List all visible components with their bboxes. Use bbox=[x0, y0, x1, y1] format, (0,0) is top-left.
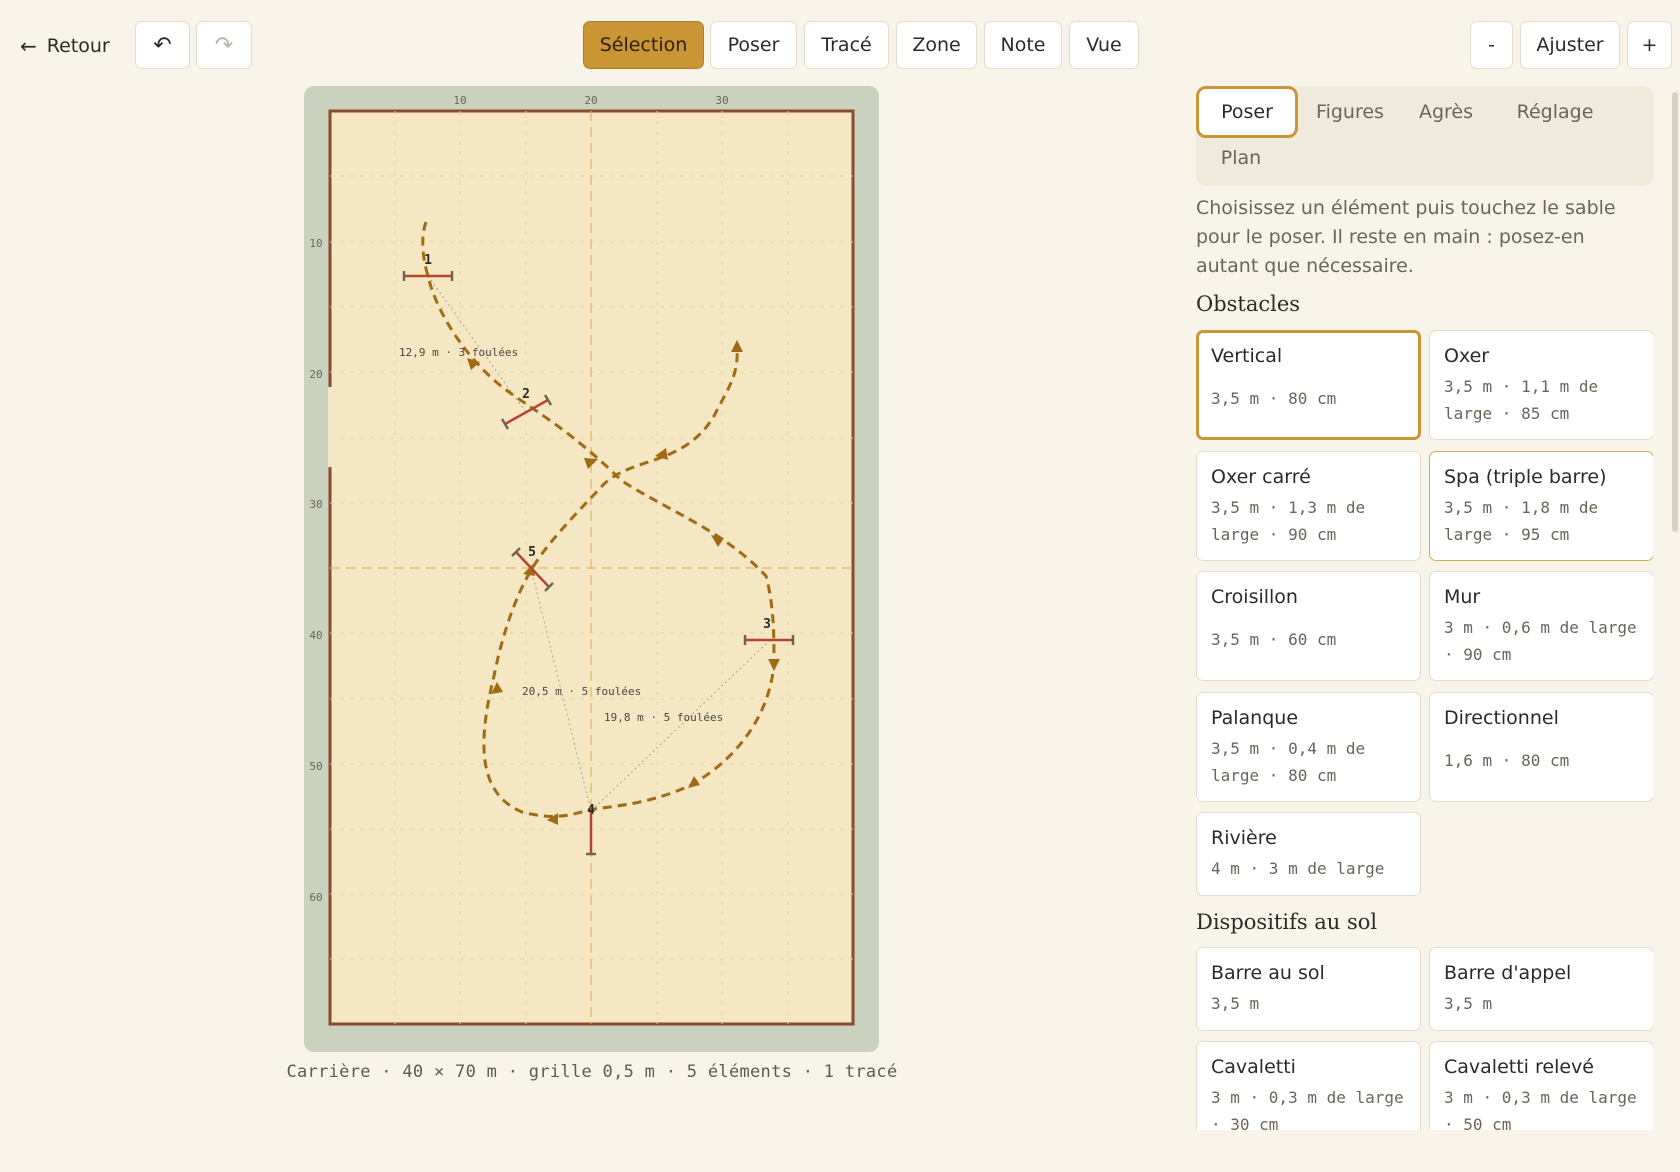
toolbar: ← Retour ↶ ↷ Sélection Poser Tracé Zone … bbox=[0, 0, 1680, 90]
ground-card-cavaletti[interactable]: Cavaletti 3 m · 0,3 m de large · 30 cm bbox=[1196, 1041, 1421, 1130]
obstacle-number: 1 bbox=[424, 253, 432, 268]
zoom-out-button[interactable]: - bbox=[1470, 21, 1513, 69]
arrow-left-icon: ← bbox=[20, 34, 37, 58]
card-dim: 3,5 m bbox=[1211, 994, 1260, 1013]
undo-button[interactable]: ↶ bbox=[135, 21, 190, 69]
card-dim: 3,5 m · 1,8 m de large · 95 cm bbox=[1444, 498, 1599, 544]
card-dim: 4 m · 3 m de large bbox=[1211, 859, 1385, 878]
card-dim: 3,5 m · 1,3 m de large · 90 cm bbox=[1211, 498, 1366, 544]
mode-selection-button[interactable]: Sélection bbox=[583, 21, 704, 69]
card-name: Mur bbox=[1444, 586, 1481, 608]
card-dim: 3 m · 0,3 m de large · 50 cm bbox=[1444, 1088, 1637, 1130]
obstacle-card-palanque[interactable]: Palanque 3,5 m · 0,4 m de large · 80 cm bbox=[1196, 692, 1421, 802]
zoom-fit-button[interactable]: Ajuster bbox=[1520, 21, 1620, 69]
card-dim: 1,6 m · 80 cm bbox=[1444, 751, 1570, 770]
arena-caption: Carrière · 40 × 70 m · grille 0,5 m · 5 … bbox=[286, 1062, 898, 1082]
card-dim: 3,5 m · 60 cm bbox=[1211, 630, 1337, 649]
arena-canvas[interactable]: 10 20 30 10 20 30 40 50 60 1 2 5 3 4 12,… bbox=[304, 86, 879, 1052]
help-text: Choisissez un élément puis touchez le sa… bbox=[1196, 197, 1616, 277]
back-button[interactable]: ← Retour bbox=[20, 26, 110, 66]
card-name: Oxer bbox=[1444, 345, 1490, 367]
card-name: Barre au sol bbox=[1211, 962, 1325, 984]
obstacle-card-directionnel[interactable]: Directionnel 1,6 m · 80 cm bbox=[1429, 692, 1653, 802]
obstacle-card-mur[interactable]: Mur 3 m · 0,6 m de large · 90 cm bbox=[1429, 571, 1653, 681]
obstacle-number: 4 bbox=[587, 803, 595, 818]
card-dim: 3,5 m · 0,4 m de large · 80 cm bbox=[1211, 739, 1366, 785]
card-dim: 3,5 m · 1,1 m de large · 85 cm bbox=[1444, 377, 1599, 423]
tab-reglage[interactable]: Réglage bbox=[1508, 86, 1602, 138]
mode-zone-button[interactable]: Zone bbox=[896, 21, 977, 69]
obstacle-card-riviere[interactable]: Rivière 4 m · 3 m de large bbox=[1196, 812, 1421, 896]
tab-figures[interactable]: Figures bbox=[1304, 86, 1396, 138]
mode-vue-button[interactable]: Vue bbox=[1069, 21, 1139, 69]
card-name: Cavaletti bbox=[1211, 1056, 1296, 1078]
obstacle-card-oxer[interactable]: Oxer 3,5 m · 1,1 m de large · 85 cm bbox=[1429, 330, 1653, 440]
mode-trace-button[interactable]: Tracé bbox=[804, 21, 889, 69]
ground-card-barre-appel[interactable]: Barre d'appel 3,5 m bbox=[1429, 947, 1653, 1031]
card-name: Directionnel bbox=[1444, 707, 1559, 729]
card-name: Vertical bbox=[1211, 345, 1283, 367]
distance-label: 20,5 m · 5 foulées bbox=[522, 685, 641, 698]
mode-note-button[interactable]: Note bbox=[984, 21, 1062, 69]
x-tick: 30 bbox=[715, 94, 728, 107]
obstacle-number: 5 bbox=[528, 545, 536, 560]
tool-panel: Poser Figures Agrès Réglage Plan Choisis… bbox=[1196, 86, 1653, 1130]
ground-card-barre-au-sol[interactable]: Barre au sol 3,5 m bbox=[1196, 947, 1421, 1031]
card-dim: 3 m · 0,6 m de large · 90 cm bbox=[1444, 618, 1637, 664]
back-label: Retour bbox=[46, 35, 110, 57]
redo-button[interactable]: ↷ bbox=[196, 21, 252, 69]
obstacles-title: Obstacles bbox=[1196, 292, 1301, 316]
card-name: Palanque bbox=[1211, 707, 1299, 729]
obstacle-number: 2 bbox=[522, 387, 530, 402]
y-tick: 40 bbox=[309, 629, 322, 642]
ground-card-cavaletti-releve[interactable]: Cavaletti relevé 3 m · 0,3 m de large · … bbox=[1429, 1041, 1653, 1130]
card-name: Oxer carré bbox=[1211, 466, 1311, 488]
y-tick: 30 bbox=[309, 498, 322, 511]
obstacle-card-vertical[interactable]: Vertical 3,5 m · 80 cm bbox=[1196, 330, 1421, 440]
tab-plan[interactable]: Plan bbox=[1210, 132, 1272, 184]
card-name: Rivière bbox=[1211, 827, 1277, 849]
ground-title: Dispositifs au sol bbox=[1196, 910, 1378, 934]
card-name: Spa (triple barre) bbox=[1444, 466, 1607, 488]
obstacle-number: 3 bbox=[763, 617, 771, 632]
card-dim: 3,5 m bbox=[1444, 994, 1493, 1013]
y-tick: 60 bbox=[309, 891, 322, 904]
undo-icon: ↶ bbox=[153, 32, 172, 58]
y-tick: 50 bbox=[309, 760, 322, 773]
redo-icon: ↷ bbox=[214, 32, 234, 58]
card-name: Croisillon bbox=[1211, 586, 1298, 608]
arena-entrance bbox=[328, 387, 334, 467]
card-name: Barre d'appel bbox=[1444, 962, 1572, 984]
distance-label: 19,8 m · 5 foulées bbox=[604, 711, 723, 724]
panel-tabs: Poser Figures Agrès Réglage Plan bbox=[1196, 86, 1653, 186]
y-tick: 20 bbox=[309, 368, 322, 381]
obstacle-card-croisillon[interactable]: Croisillon 3,5 m · 60 cm bbox=[1196, 571, 1421, 681]
mode-poser-button[interactable]: Poser bbox=[710, 21, 797, 69]
x-tick: 10 bbox=[453, 94, 466, 107]
tab-poser[interactable]: Poser bbox=[1196, 86, 1298, 138]
x-tick: 20 bbox=[584, 94, 597, 107]
panel-scrollbar[interactable] bbox=[1672, 92, 1678, 532]
distance-label: 12,9 m · 3 foulées bbox=[399, 346, 518, 359]
card-dim: 3 m · 0,3 m de large · 30 cm bbox=[1211, 1088, 1404, 1130]
obstacle-card-oxer-carre[interactable]: Oxer carré 3,5 m · 1,3 m de large · 90 c… bbox=[1196, 451, 1421, 561]
y-tick: 10 bbox=[309, 237, 322, 250]
card-dim: 3,5 m · 80 cm bbox=[1211, 389, 1337, 408]
tab-agres[interactable]: Agrès bbox=[1404, 86, 1488, 138]
zoom-in-button[interactable]: + bbox=[1627, 21, 1672, 69]
card-name: Cavaletti relevé bbox=[1444, 1056, 1594, 1078]
obstacle-card-spa[interactable]: Spa (triple barre) 3,5 m · 1,8 m de larg… bbox=[1429, 451, 1653, 561]
